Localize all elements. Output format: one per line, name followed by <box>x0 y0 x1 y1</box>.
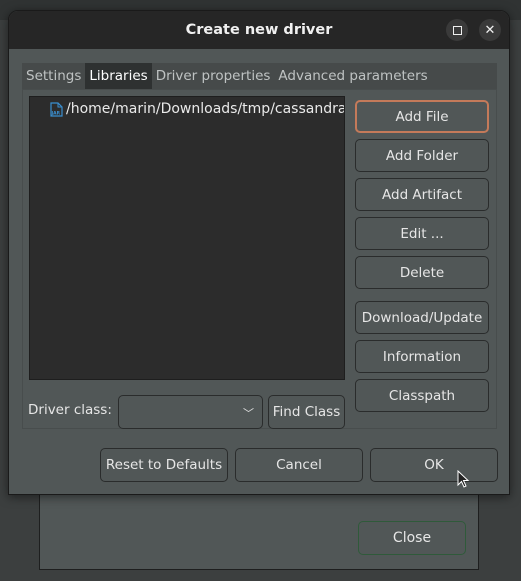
add-file-button[interactable]: Add File <box>355 100 489 133</box>
chevron-down-icon: ﹀ <box>243 407 254 420</box>
cancel-button[interactable]: Cancel <box>235 448 363 482</box>
maximize-button[interactable] <box>446 19 468 41</box>
ok-button[interactable]: OK <box>370 448 498 482</box>
information-button[interactable]: Information <box>355 340 489 373</box>
find-class-button[interactable]: Find Class <box>268 395 345 429</box>
reset-to-defaults-button[interactable]: Reset to Defaults <box>100 448 228 482</box>
dialog-title: Create new driver <box>185 22 333 38</box>
library-file-list[interactable]: JAR /home/marin/Downloads/tmp/cassandra <box>29 96 345 380</box>
tab-advanced-parameters[interactable]: Advanced parameters <box>274 63 431 89</box>
jar-file-icon: JAR <box>50 101 63 117</box>
mouse-cursor-icon <box>457 470 470 488</box>
classpath-button[interactable]: Classpath <box>355 379 489 412</box>
dialog-titlebar[interactable]: Create new driver ✕ <box>9 11 509 49</box>
maximize-icon <box>452 25 462 35</box>
tab-driver-properties[interactable]: Driver properties <box>152 63 275 89</box>
delete-button[interactable]: Delete <box>355 256 489 289</box>
add-folder-button[interactable]: Add Folder <box>355 139 489 172</box>
add-artifact-button[interactable]: Add Artifact <box>355 178 489 211</box>
edit-button[interactable]: Edit ... <box>355 217 489 250</box>
close-icon: ✕ <box>484 22 496 38</box>
libraries-panel: JAR /home/marin/Downloads/tmp/cassandra … <box>22 89 497 429</box>
tab-libraries[interactable]: Libraries <box>85 63 152 89</box>
tab-settings[interactable]: Settings <box>22 63 85 89</box>
parent-close-button[interactable]: Close <box>358 521 466 555</box>
driver-class-select[interactable]: ﹀ <box>118 395 263 429</box>
driver-class-label: Driver class: <box>28 402 112 418</box>
svg-text:JAR: JAR <box>51 110 61 116</box>
close-window-button[interactable]: ✕ <box>479 19 501 41</box>
list-item[interactable]: JAR /home/marin/Downloads/tmp/cassandra <box>50 101 345 117</box>
tab-bar: Settings Libraries Driver properties Adv… <box>22 63 497 89</box>
library-file-path: /home/marin/Downloads/tmp/cassandra <box>66 101 345 117</box>
create-driver-dialog: Create new driver ✕ Settings Libraries D… <box>8 10 510 495</box>
download-update-button[interactable]: Download/Update <box>355 301 489 334</box>
